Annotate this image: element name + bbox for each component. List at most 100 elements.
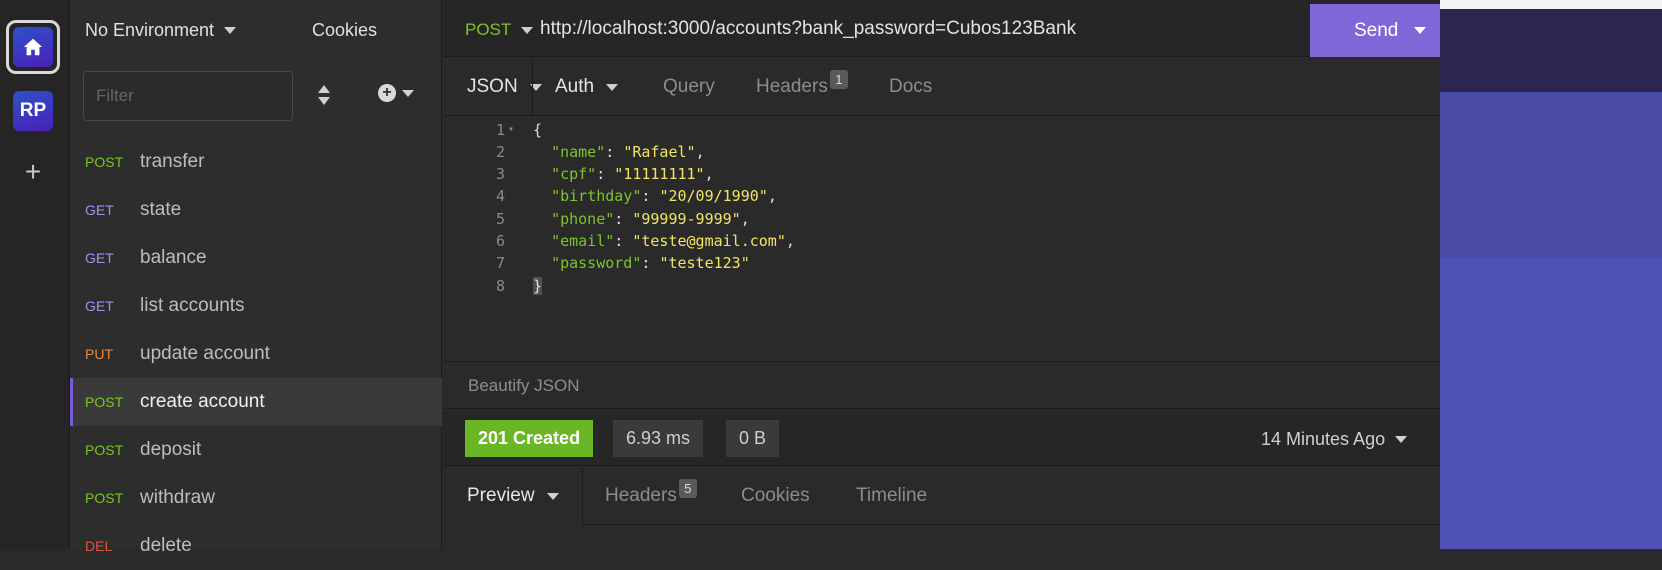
fold-arrow-icon[interactable]: ▾ [505,124,517,135]
plus-circle-icon: + [378,84,396,102]
chevron-down-icon [224,27,237,34]
filter-input[interactable] [83,71,293,121]
tab-auth[interactable]: Auth [555,58,619,116]
tabs-underline [583,524,1440,525]
request-name: state [140,199,182,220]
tab-docs[interactable]: Docs [889,58,932,116]
add-workspace-icon[interactable]: + [19,158,47,186]
sidebar-request-item[interactable]: GET list accounts [70,282,442,330]
send-label: Send [1354,19,1399,41]
code-line: 1 ▾ { [443,118,1440,141]
sidebar-request-item[interactable]: PUT update account [70,330,442,378]
cookies-button[interactable]: Cookies [312,20,377,41]
code-content: "password": "teste123" [551,254,750,273]
tab-response-cookies[interactable]: Cookies [741,467,810,525]
json-body-editor[interactable]: 1 ▾{2 "name": "Rafael", 3 "cpf": "11111111… [443,118,1440,360]
request-panel: POST http://localhost:3000/accounts?bank… [443,0,1440,549]
line-number: 3 [495,165,505,184]
tab-timeline[interactable]: Timeline [856,467,927,525]
response-status-bar: 201 Created 6.93 ms 0 B 14 Minutes Ago [443,410,1440,466]
code-line: 7 "password": "teste123" [443,252,1440,275]
home-icon [23,38,43,56]
json-key: "email" [551,232,615,250]
tab-body-json[interactable]: JSON [467,58,542,116]
json-key: "phone" [551,209,615,228]
line-number: 2 [495,142,505,161]
send-options-chevron-icon[interactable] [1414,27,1426,34]
sort-icon[interactable] [316,84,332,106]
request-name: balance [140,247,207,268]
sidebar-request-item[interactable]: DEL delete [70,522,442,570]
tab-divider [532,58,533,116]
code-content: "name": "Rafael", [551,142,705,161]
json-key: "password" [551,254,642,273]
sidebar-request-item[interactable]: POST transfer [70,138,442,186]
sidebar-request-item[interactable]: GET state [70,186,442,234]
request-method-label: POST [85,154,124,170]
background-strip [1440,0,1662,9]
sidebar-request-item[interactable]: GET balance [70,234,442,282]
code-content: "email": "teste@gmail.com", [551,232,795,250]
beautify-json-button[interactable]: Beautify JSON [468,376,580,396]
code-content: { [517,121,542,139]
code-line: 3 "cpf": "11111111", [443,163,1440,186]
tab-query[interactable]: Query [663,58,715,116]
request-name: transfer [140,151,205,172]
tab-label: Headers [605,485,677,506]
response-size: 0 B [726,420,780,457]
json-value: "Rafael" [623,142,696,161]
tab-response-headers[interactable]: Headers 5 [605,467,697,525]
url-bar: POST http://localhost:3000/accounts?bank… [443,0,1440,57]
background-band [1440,9,1662,92]
send-button[interactable]: Send [1310,4,1440,57]
tab-headers[interactable]: Headers 1 [756,58,848,116]
response-history-dropdown[interactable]: 14 Minutes Ago [1261,429,1408,450]
line-number: 7 [495,254,505,273]
request-method-label: GET [85,250,114,266]
json-comma: , [695,142,705,161]
request-name: withdraw [140,487,215,508]
environment-label: No Environment [85,20,215,40]
add-request-button[interactable]: + [378,84,414,102]
brace: } [533,276,543,295]
sidebar-request-item[interactable]: POST create account [70,378,442,426]
request-method-label: GET [85,202,114,218]
json-comma: , [740,209,750,228]
background-window [1440,0,1662,549]
method-label: POST [465,20,512,39]
tab-label: Auth [555,76,595,97]
chevron-down-icon [402,89,414,97]
sidebar-request-item[interactable]: POST withdraw [70,474,442,522]
json-value: "99999-9999" [632,209,741,228]
editor-footer: Beautify JSON [443,361,1440,409]
chevron-down-icon [1395,436,1408,443]
brace: { [533,120,543,139]
request-method-label: GET [85,298,114,314]
line-number: 8 [495,276,505,295]
home-button[interactable] [6,20,60,74]
json-value: "11111111" [614,165,705,184]
chevron-down-icon [606,83,619,91]
environment-dropdown[interactable]: No Environment [85,20,237,41]
request-name: delete [140,535,192,556]
request-name: update account [140,343,270,364]
tab-label: JSON [467,76,518,97]
code-content: "cpf": "11111111", [551,165,714,184]
workspace-avatar[interactable]: RP [13,91,53,131]
code-line: 8} [443,274,1440,297]
headers-count-badge: 1 [829,69,848,89]
json-comma: , [704,165,714,184]
code-line: 2 "name": "Rafael", [443,140,1440,163]
background-band [1440,92,1662,258]
method-dropdown[interactable]: POST [465,20,534,40]
request-name: create account [140,391,265,412]
line-number: 1 [495,120,505,139]
tab-preview[interactable]: Preview [467,467,559,525]
json-key: "cpf" [551,165,597,184]
url-input[interactable]: http://localhost:3000/accounts?bank_pass… [540,18,1076,40]
sidebar-request-item[interactable]: POST deposit [70,426,442,474]
code-line: 6 "email": "teste@gmail.com", [443,230,1440,253]
sidebar: No Environment Cookies + POST transfer GET… [70,0,442,556]
request-method-label: POST [85,490,124,506]
code-content: } [517,276,543,295]
